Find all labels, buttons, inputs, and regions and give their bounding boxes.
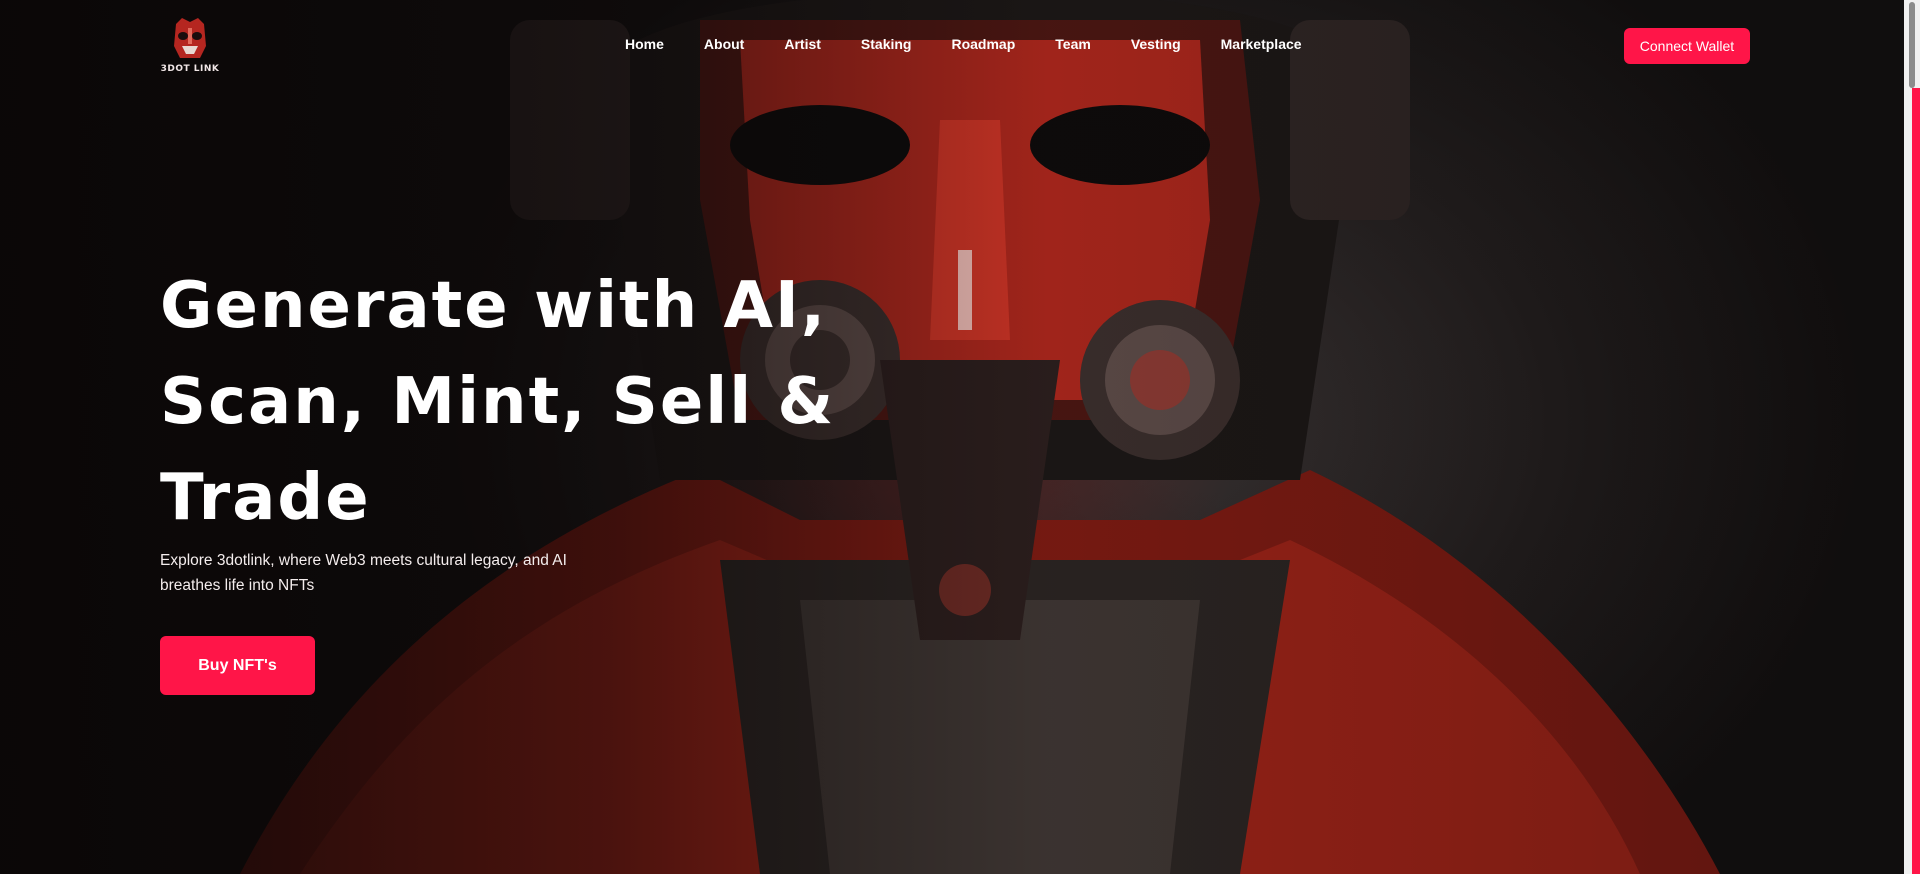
buy-nfts-button[interactable]: Buy NFT's (160, 636, 315, 695)
brand-logo-text: 3DOT LINK (160, 64, 220, 74)
nav-link-about[interactable]: About (704, 36, 744, 52)
hero-headline: Generate with AI, Scan, Mint, Sell & Tra… (160, 258, 880, 546)
nav-link-home[interactable]: Home (625, 36, 664, 52)
top-navbar: 3DOT LINK Home About Artist Staking Road… (0, 0, 1904, 90)
nav-link-team[interactable]: Team (1055, 36, 1091, 52)
nav-link-staking[interactable]: Staking (861, 36, 912, 52)
nav-link-marketplace[interactable]: Marketplace (1221, 36, 1302, 52)
nav-link-vesting[interactable]: Vesting (1131, 36, 1181, 52)
nav-link-artist[interactable]: Artist (784, 36, 821, 52)
nav-links: Home About Artist Staking Roadmap Team V… (625, 36, 1342, 52)
landing-page: 3DOT LINK Home About Artist Staking Road… (0, 0, 1904, 874)
accent-edge-strip (1912, 88, 1920, 874)
scrollbar-thumb[interactable] (1909, 2, 1915, 88)
hero-headline-line-3: Trade (160, 461, 371, 535)
nav-link-roadmap[interactable]: Roadmap (951, 36, 1015, 52)
mask-mascot-icon (174, 18, 206, 58)
brand-logo[interactable]: 3DOT LINK (158, 18, 222, 74)
hero-subtitle: Explore 3dotlink, where Web3 meets cultu… (160, 552, 567, 594)
hero-headline-line-2: Scan, Mint, Sell & (160, 365, 836, 439)
hero-headline-line-1: Generate with AI, (160, 269, 828, 343)
connect-wallet-button[interactable]: Connect Wallet (1624, 28, 1750, 64)
